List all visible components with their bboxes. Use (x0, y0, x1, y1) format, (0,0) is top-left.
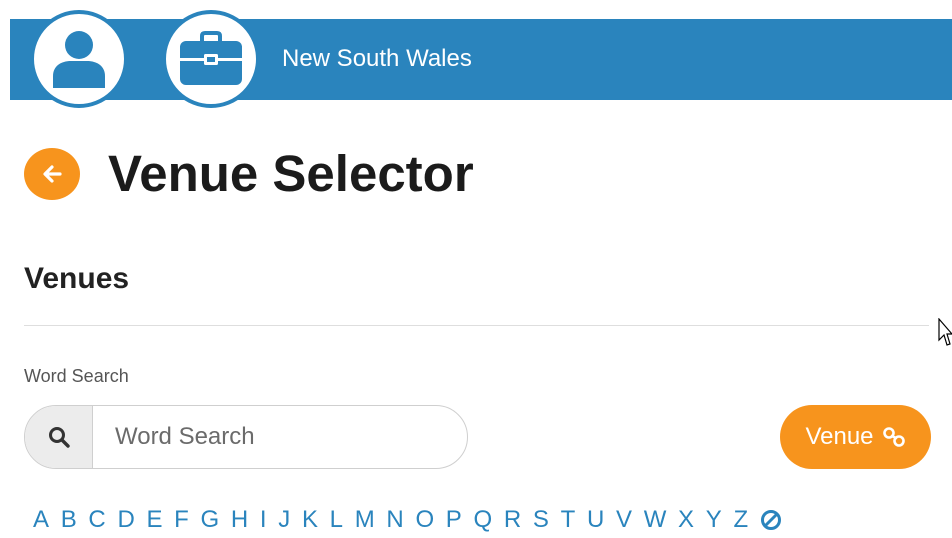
page-title: Venue Selector (108, 145, 474, 202)
letter-g-link[interactable]: G (201, 505, 220, 535)
letter-a-link[interactable]: A (33, 505, 49, 535)
letter-p-link[interactable]: P (446, 505, 462, 535)
word-search-group (24, 405, 468, 469)
clear-filter-icon (760, 510, 781, 530)
back-button[interactable] (24, 148, 80, 200)
letter-j-link[interactable]: J (278, 505, 290, 535)
profile-button[interactable] (30, 10, 128, 108)
letter-o-link[interactable]: O (415, 505, 434, 535)
letter-e-link[interactable]: E (146, 505, 162, 535)
search-icon (48, 427, 70, 448)
letter-q-link[interactable]: Q (474, 505, 493, 535)
letter-w-link[interactable]: W (644, 505, 667, 535)
alphabet-filter: A B C D E F G H I J K L M N O P Q R S T … (33, 504, 782, 536)
word-search-input[interactable] (93, 406, 467, 468)
search-addon[interactable] (25, 406, 93, 468)
briefcase-icon (180, 31, 242, 85)
venue-button[interactable]: Venue (780, 405, 931, 469)
letter-v-link[interactable]: V (616, 505, 632, 535)
letter-l-link[interactable]: L (330, 505, 343, 535)
letter-y-link[interactable]: Y (706, 505, 722, 535)
user-icon (53, 31, 105, 88)
link-icon (882, 427, 905, 447)
letter-i-link[interactable]: I (260, 505, 267, 535)
letter-r-link[interactable]: R (504, 505, 521, 535)
section-divider (24, 325, 929, 326)
letter-k-link[interactable]: K (302, 505, 318, 535)
word-search-label: Word Search (24, 366, 129, 386)
letter-z-link[interactable]: Z (733, 505, 748, 535)
letter-u-link[interactable]: U (587, 505, 604, 535)
letter-c-link[interactable]: C (88, 505, 105, 535)
section-title: Venues (24, 262, 130, 295)
letter-t-link[interactable]: T (561, 505, 576, 535)
letter-f-link[interactable]: F (174, 505, 189, 535)
top-header-bar (10, 19, 952, 100)
letter-n-link[interactable]: N (386, 505, 403, 535)
letter-b-link[interactable]: B (61, 505, 77, 535)
organization-name: New South Wales (282, 45, 472, 72)
letter-s-link[interactable]: S (533, 505, 549, 535)
letter-h-link[interactable]: H (231, 505, 248, 535)
arrow-left-icon (43, 165, 62, 183)
letter-m-link[interactable]: M (355, 505, 375, 535)
workspace-button[interactable] (162, 10, 260, 108)
venue-button-label: Venue (805, 423, 874, 450)
mouse-cursor-icon (938, 318, 952, 346)
clear-filter-button[interactable] (760, 509, 782, 531)
letter-d-link[interactable]: D (117, 505, 134, 535)
letter-x-link[interactable]: X (678, 505, 694, 535)
